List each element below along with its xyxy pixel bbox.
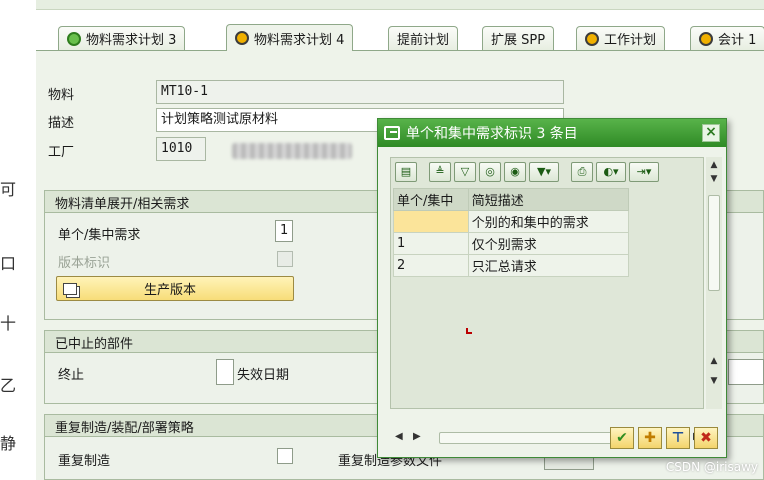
- table-row[interactable]: 2 只汇总请求: [393, 254, 630, 277]
- table-row[interactable]: 个别的和集中的需求: [393, 210, 630, 233]
- tab-strip: 物料需求计划 3 物料需求计划 4 提前计划 扩展 SPP 工作计划 会计 1: [36, 24, 764, 51]
- row-code[interactable]: 2: [393, 254, 469, 277]
- scroll-left-icon[interactable]: ◀: [395, 431, 403, 442]
- window-icon: [384, 126, 400, 140]
- tab-extended-spp[interactable]: 扩展 SPP: [482, 26, 555, 50]
- value-help-dialog: 单个和集中需求标识 3 条目 × ▤ ≜ ▽ ◎ ◉ ▼▾ ⎙ ◐▾ ⇥▾ 单个…: [377, 118, 727, 458]
- new-entry-icon[interactable]: ✚: [638, 427, 662, 449]
- background-glyph: 乙: [0, 376, 17, 395]
- dialog-actions: ✔ ✚ ⊤ ✖: [610, 427, 718, 449]
- tab-work-scheduling[interactable]: 工作计划: [576, 26, 666, 50]
- gear-icon: [699, 31, 713, 46]
- cancel-icon[interactable]: ✖: [694, 427, 718, 449]
- tab-label: 工作计划: [604, 33, 657, 48]
- scroll-thumb[interactable]: [439, 432, 619, 444]
- background-glyph: 可: [0, 180, 17, 199]
- tab-label: 提前计划: [397, 33, 450, 48]
- button-label: 生产版本: [143, 283, 196, 298]
- tab-label: 扩展 SPP: [491, 33, 546, 48]
- dialog-title: 单个和集中需求标识 3 条目: [406, 126, 578, 142]
- effective-out-date-label: 失效日期: [237, 368, 290, 383]
- scroll-down-icon[interactable]: ▼: [708, 375, 720, 387]
- sort-ascending-icon[interactable]: ≜: [429, 162, 451, 182]
- column-header-indicator[interactable]: 单个/集中: [393, 188, 469, 211]
- table-header-row: 单个/集中 简短描述: [393, 188, 630, 211]
- tab-forecasting[interactable]: 提前计划: [388, 26, 459, 50]
- effective-out-date-field[interactable]: [728, 359, 764, 385]
- material-label: 物料: [48, 88, 75, 103]
- tab-label: 物料需求计划 3: [86, 33, 177, 48]
- gear-icon: [585, 31, 599, 46]
- version-indicator-label: 版本标识: [58, 256, 111, 271]
- dialog-toolbar: ▤ ≜ ▽ ◎ ◉ ▼▾ ⎙ ◐▾ ⇥▾: [393, 160, 703, 184]
- repetitive-mfg-checkbox[interactable]: [277, 448, 293, 464]
- background-glyph: 口: [0, 254, 17, 273]
- individual-collective-label: 单个/集中需求: [58, 228, 141, 243]
- check-circle-icon: [67, 31, 81, 46]
- view-icon[interactable]: ◐▾: [596, 162, 626, 182]
- discontinuation-field[interactable]: [216, 359, 234, 385]
- discontinuation-label: 终止: [58, 368, 85, 383]
- find-icon[interactable]: ◎: [479, 162, 501, 182]
- watermark: CSDN @irisawy: [665, 460, 758, 474]
- row-code[interactable]: [393, 210, 469, 233]
- plant-name-redacted: [232, 143, 352, 159]
- filter-icon[interactable]: ▼▾: [529, 162, 559, 182]
- mouse-cursor: [466, 328, 472, 334]
- tab-mrp4[interactable]: 物料需求计划 4: [226, 24, 354, 51]
- background-glyph: 静: [0, 434, 17, 453]
- confirm-icon[interactable]: ✔: [610, 427, 634, 449]
- scroll-thumb[interactable]: [708, 195, 720, 291]
- tab-label: 会计 1: [718, 33, 757, 48]
- top-toolbar-strip: [36, 0, 764, 10]
- gear-icon: [235, 31, 249, 45]
- row-description[interactable]: 只汇总请求: [467, 254, 630, 277]
- tab-label: 物料需求计划 4: [254, 32, 345, 48]
- row-description[interactable]: 个别的和集中的需求: [467, 210, 630, 233]
- dialog-list-area: ▤ ≜ ▽ ◎ ◉ ▼▾ ⎙ ◐▾ ⇥▾ 单个/集中 简短描述 个别的和集中的需…: [390, 157, 704, 444]
- detail-icon[interactable]: ▤: [395, 162, 417, 182]
- individual-collective-field[interactable]: 1: [275, 220, 293, 242]
- tab-mrp3[interactable]: 物料需求计划 3: [58, 26, 186, 50]
- dialog-title-bar: 单个和集中需求标识 3 条目 ×: [378, 119, 726, 147]
- scroll-down-icon[interactable]: ▼: [708, 173, 720, 185]
- value-list-table: 单个/集中 简短描述 个别的和集中的需求 1 仅个别需求 2 只汇总请求: [393, 188, 630, 277]
- background-glyph: 十: [0, 314, 17, 333]
- table-row[interactable]: 1 仅个别需求: [393, 232, 630, 255]
- sort-descending-icon[interactable]: ▽: [454, 162, 476, 182]
- column-header-description[interactable]: 简短描述: [467, 188, 630, 211]
- row-code[interactable]: 1: [393, 232, 469, 255]
- scroll-up-icon[interactable]: ▲: [708, 355, 720, 367]
- copy-icon: [63, 282, 77, 295]
- repetitive-mfg-label: 重复制造: [58, 454, 111, 469]
- plant-label: 工厂: [48, 145, 75, 160]
- plant-field[interactable]: 1010: [156, 137, 206, 161]
- description-label: 描述: [48, 116, 75, 131]
- pin-icon[interactable]: ⊤: [666, 427, 690, 449]
- row-description[interactable]: 仅个别需求: [467, 232, 630, 255]
- material-field[interactable]: MT10-1: [156, 80, 564, 104]
- close-icon[interactable]: ×: [702, 124, 720, 142]
- production-version-button[interactable]: 生产版本: [56, 276, 294, 301]
- print-icon[interactable]: ⎙: [571, 162, 593, 182]
- scroll-up-icon[interactable]: ▲: [708, 159, 720, 171]
- version-indicator-checkbox[interactable]: [277, 251, 293, 267]
- find-next-icon[interactable]: ◉: [504, 162, 526, 182]
- tab-accounting-1[interactable]: 会计 1: [690, 26, 764, 50]
- scroll-right-icon[interactable]: ▶: [413, 431, 421, 442]
- export-icon[interactable]: ⇥▾: [629, 162, 659, 182]
- vertical-scrollbar[interactable]: ▲ ▼ ▲ ▼: [706, 157, 722, 409]
